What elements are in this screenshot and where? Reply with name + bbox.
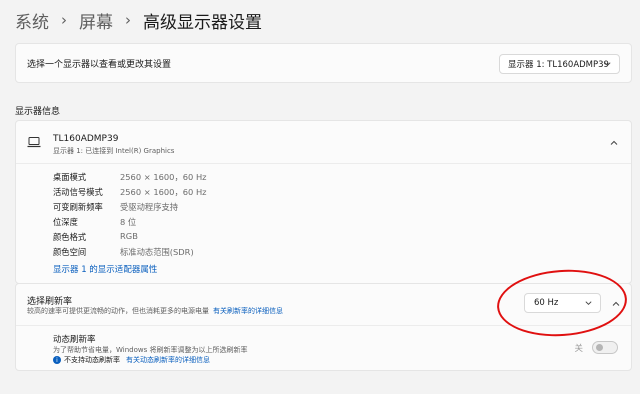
- property-key: 位深度: [53, 217, 78, 227]
- adapter-properties-link[interactable]: 显示器 1 的显示适配器属性: [53, 263, 157, 275]
- property-key: 活动信号模式: [53, 187, 103, 197]
- laptop-icon: [27, 137, 41, 148]
- chevron-down-icon: [585, 301, 592, 305]
- refresh-rate-description-text: 较高的速率可提供更流畅的动作，但也消耗更多的电源电量: [27, 307, 209, 315]
- monitor-subtitle: 显示器 1: 已连接到 Intel(R) Graphics: [53, 147, 175, 155]
- property-key: 可变刷新频率: [53, 202, 103, 212]
- property-value: 受驱动程序支持: [120, 202, 179, 212]
- property-value: RGB: [120, 231, 138, 241]
- monitor-select-value: 显示器 1: TL160ADMP39: [508, 60, 609, 70]
- property-key: 颜色格式: [53, 232, 87, 242]
- display-info-header[interactable]: TL160ADMP39 显示器 1: 已连接到 Intel(R) Graphic…: [16, 121, 631, 164]
- chevron-right-icon: ›: [125, 11, 131, 29]
- breadcrumb-display[interactable]: 屏幕: [79, 8, 113, 33]
- property-value: 8 位: [120, 217, 137, 227]
- dynamic-refresh-toggle[interactable]: [592, 341, 618, 354]
- breadcrumb-system[interactable]: 系统: [15, 8, 49, 33]
- dynamic-refresh-note: i 不支持动态刷新率 有关动态刷新率的详细信息: [53, 355, 210, 365]
- monitor-name: TL160ADMP39: [53, 134, 119, 144]
- property-value: 2560 × 1600，60 Hz: [120, 172, 207, 182]
- chevron-up-icon[interactable]: [609, 138, 619, 148]
- monitor-select-dropdown[interactable]: 显示器 1: TL160ADMP39: [499, 54, 620, 74]
- dynamic-refresh-details-link[interactable]: 有关动态刷新率的详细信息: [126, 355, 210, 365]
- toggle-knob: [596, 344, 603, 351]
- refresh-rate-details-link[interactable]: 有关刷新率的详细信息: [213, 307, 283, 315]
- info-icon: i: [53, 356, 61, 364]
- display-info-card: TL160ADMP39 显示器 1: 已连接到 Intel(R) Graphic…: [15, 120, 632, 284]
- chevron-right-icon: ›: [61, 11, 67, 29]
- property-value: 2560 × 1600，60 Hz: [120, 187, 207, 197]
- property-value: 标准动态范围(SDR): [120, 247, 194, 257]
- property-key: 桌面模式: [53, 172, 87, 182]
- refresh-rate-header: 选择刷新率 较高的速率可提供更流畅的动作，但也消耗更多的电源电量 有关刷新率的详细…: [16, 284, 631, 326]
- dynamic-refresh-note-text: 不支持动态刷新率: [64, 356, 120, 364]
- breadcrumb: 系统 › 屏幕 › 高级显示器设置: [15, 5, 262, 35]
- monitor-select-card: 选择一个显示器以查看或更改其设置 显示器 1: TL160ADMP39: [15, 43, 632, 83]
- dynamic-refresh-description: 为了帮助节省电量，Windows 将刷新率调整为以上所选刷新率: [53, 346, 248, 354]
- refresh-rate-card: 选择刷新率 较高的速率可提供更流畅的动作，但也消耗更多的电源电量 有关刷新率的详细…: [15, 283, 632, 371]
- refresh-rate-value: 60 Hz: [534, 298, 559, 308]
- monitor-select-label: 选择一个显示器以查看或更改其设置: [27, 60, 172, 70]
- chevron-down-icon: [604, 62, 611, 66]
- refresh-rate-dropdown[interactable]: 60 Hz: [524, 293, 601, 313]
- page-title: 高级显示器设置: [143, 12, 262, 33]
- dynamic-refresh-title: 动态刷新率: [53, 335, 96, 345]
- refresh-rate-description: 较高的速率可提供更流畅的动作，但也消耗更多的电源电量 有关刷新率的详细信息: [27, 306, 283, 316]
- display-info-section-title: 显示器信息: [15, 107, 61, 117]
- property-key: 颜色空间: [53, 247, 87, 257]
- toggle-state-label: 关: [574, 344, 583, 354]
- chevron-up-icon[interactable]: [611, 299, 621, 309]
